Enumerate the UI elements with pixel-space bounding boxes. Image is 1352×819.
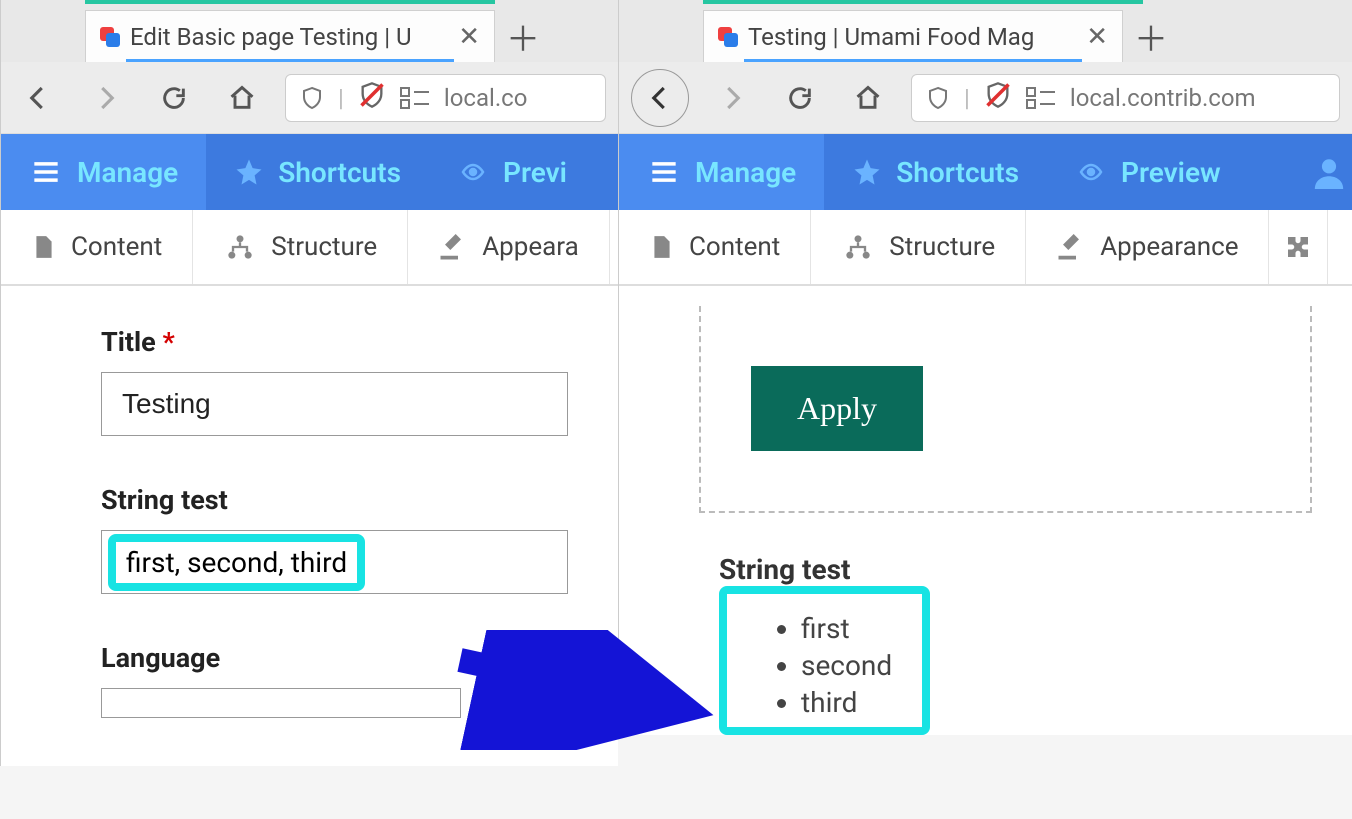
close-tab-icon[interactable]: ✕	[1086, 22, 1108, 52]
drupal-subnav: Content Structure Appearance	[619, 210, 1352, 286]
toolbar-preview[interactable]: Preview	[1047, 134, 1249, 210]
title-field: Title *	[101, 326, 568, 436]
browser-toolbar: | local.co	[1, 62, 618, 134]
preview-label: Preview	[1121, 156, 1221, 189]
string-test-output-highlight: first second third	[719, 586, 930, 735]
tab-title: Testing | Umami Food Mag	[748, 23, 1034, 51]
drupal-admin-toolbar: Manage Shortcuts Previ	[1, 134, 618, 210]
shield-icon	[300, 84, 324, 112]
sitemap-icon	[841, 233, 875, 261]
string-test-output-label: String test	[719, 553, 1312, 586]
back-button[interactable]	[631, 69, 689, 127]
tab-active-highlight	[703, 0, 1143, 4]
string-test-highlight: first, second, third	[108, 534, 365, 591]
sitemap-icon	[223, 233, 257, 261]
tab-title: Edit Basic page Testing | U	[130, 23, 412, 51]
title-label: Title *	[101, 326, 568, 358]
string-test-output-list: first second third	[773, 610, 892, 721]
back-button[interactable]	[13, 73, 63, 123]
tab-loading-underline	[126, 59, 454, 62]
new-tab-button[interactable]: ＋	[1123, 10, 1179, 62]
reload-button[interactable]	[149, 73, 199, 123]
layout-region: Apply	[699, 306, 1312, 513]
tabstrip: Testing | Umami Food Mag ✕ ＋	[619, 0, 1352, 62]
toolbar-preview[interactable]: Previ	[429, 134, 595, 210]
tabstrip: Edit Basic page Testing | U ✕ ＋	[1, 0, 618, 62]
browser-window-right: Testing | Umami Food Mag ✕ ＋ | local.con…	[618, 0, 1352, 735]
manage-label: Manage	[77, 156, 178, 189]
toolbar-shortcuts[interactable]: Shortcuts	[824, 134, 1047, 210]
list-item: first	[801, 610, 892, 647]
string-test-label: String test	[101, 484, 568, 516]
menu-icon	[29, 158, 63, 186]
reload-button[interactable]	[775, 73, 825, 123]
browser-window-left: Edit Basic page Testing | U ✕ ＋ | local.…	[0, 0, 618, 766]
manage-label: Manage	[695, 156, 796, 189]
gavel-icon	[1056, 232, 1086, 262]
address-bar[interactable]: | local.contrib.com	[911, 74, 1340, 122]
preview-label: Previ	[503, 156, 567, 189]
list-item: third	[801, 684, 892, 721]
shortcuts-label: Shortcuts	[896, 156, 1019, 189]
subnav-structure[interactable]: Structure	[193, 210, 408, 284]
title-input[interactable]	[101, 372, 568, 436]
tab-active-highlight	[85, 0, 495, 4]
home-button[interactable]	[843, 73, 893, 123]
toolbar-manage[interactable]: Manage	[1, 134, 206, 210]
subnav-appearance[interactable]: Appeara	[408, 210, 610, 284]
tracking-blocked-icon	[984, 81, 1012, 115]
menu-icon	[647, 158, 681, 186]
edit-form: Title * String test first, second, third…	[1, 286, 618, 766]
home-button[interactable]	[217, 73, 267, 123]
file-icon	[31, 232, 57, 262]
toolbar-user[interactable]	[1284, 134, 1352, 210]
url-text: local.co	[444, 84, 528, 112]
list-item: second	[801, 647, 892, 684]
drupal-subnav: Content Structure Appeara	[1, 210, 618, 286]
preview-content: Apply String test first second third	[619, 286, 1352, 735]
tab-loading-underline	[744, 59, 1082, 62]
eye-icon	[457, 160, 489, 184]
eye-icon	[1075, 160, 1107, 184]
permissions-icon	[1026, 87, 1056, 109]
string-test-output: String test first second third	[699, 553, 1312, 735]
shield-icon	[926, 84, 950, 112]
url-text: local.contrib.com	[1070, 84, 1256, 112]
puzzle-icon	[1283, 232, 1313, 262]
string-test-field: String test first, second, third	[101, 484, 568, 594]
browser-tab[interactable]: Testing | Umami Food Mag ✕	[703, 10, 1123, 62]
permissions-icon	[400, 87, 430, 109]
string-test-value[interactable]: first, second, third	[126, 546, 347, 579]
language-label: Language	[101, 642, 568, 674]
toolbar-shortcuts[interactable]: Shortcuts	[206, 134, 429, 210]
subnav-content[interactable]: Content	[1, 210, 193, 284]
subnav-structure[interactable]: Structure	[811, 210, 1026, 284]
toolbar-manage[interactable]: Manage	[619, 134, 824, 210]
tracking-blocked-icon	[358, 81, 386, 115]
gavel-icon	[438, 232, 468, 262]
subnav-extend[interactable]	[1269, 210, 1328, 284]
required-asterisk: *	[162, 326, 174, 358]
browser-toolbar: | local.contrib.com	[619, 62, 1352, 134]
subnav-content[interactable]: Content	[619, 210, 811, 284]
drupal-favicon-icon	[100, 27, 120, 47]
apply-button[interactable]: Apply	[751, 366, 923, 451]
drupal-admin-toolbar: Manage Shortcuts Preview	[619, 134, 1352, 210]
star-icon	[852, 157, 882, 187]
browser-tab[interactable]: Edit Basic page Testing | U ✕	[85, 10, 495, 62]
close-tab-icon[interactable]: ✕	[458, 22, 480, 52]
shortcuts-label: Shortcuts	[278, 156, 401, 189]
file-icon	[649, 232, 675, 262]
new-tab-button[interactable]: ＋	[495, 10, 551, 62]
subnav-appearance[interactable]: Appearance	[1026, 210, 1269, 284]
user-icon	[1312, 155, 1346, 189]
forward-button[interactable]	[707, 73, 757, 123]
language-field: Language	[101, 642, 568, 718]
forward-button[interactable]	[81, 73, 131, 123]
drupal-favicon-icon	[718, 27, 738, 47]
star-icon	[234, 157, 264, 187]
address-bar[interactable]: | local.co	[285, 74, 606, 122]
language-input[interactable]	[101, 688, 461, 718]
